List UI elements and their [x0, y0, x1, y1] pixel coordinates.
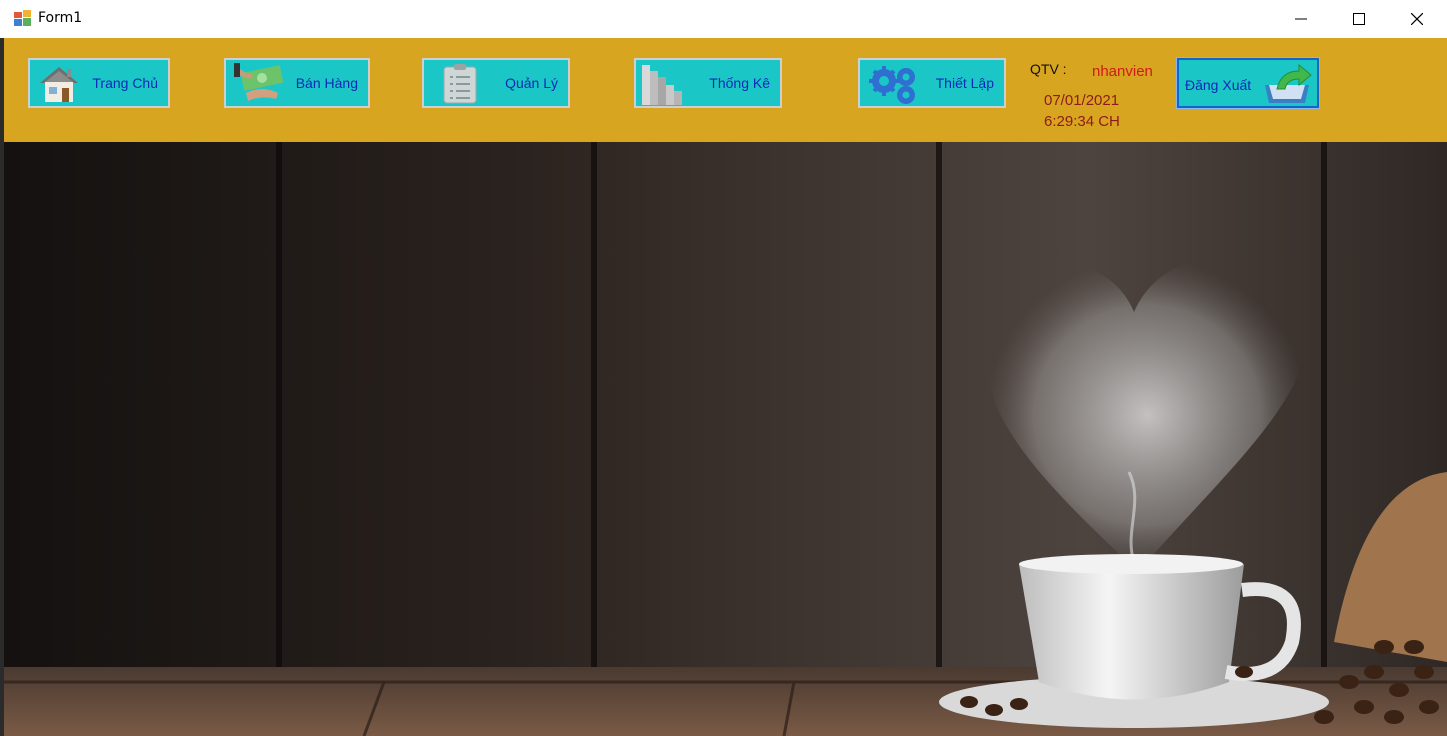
home-label: Trang Chủ — [92, 75, 158, 91]
time-label: 6:29:34 CH — [1044, 113, 1120, 130]
date-label: 07/01/2021 — [1044, 92, 1120, 109]
title-bar: Form1 — [0, 0, 1447, 38]
close-button[interactable] — [1388, 0, 1446, 38]
qtv-label: QTV : — [1030, 61, 1067, 77]
sales-button[interactable]: Bán Hàng — [224, 58, 370, 108]
manage-button[interactable]: Quản Lý — [422, 58, 570, 108]
home-button[interactable]: Trang Chủ — [28, 58, 170, 108]
minimize-button[interactable] — [1272, 0, 1330, 38]
logout-label: Đăng Xuất — [1185, 77, 1252, 93]
gears-icon — [869, 66, 915, 104]
money-hand-icon — [234, 63, 284, 101]
maximize-icon — [1353, 13, 1365, 25]
house-icon — [40, 67, 78, 102]
settings-button[interactable]: Thiết Lập — [858, 58, 1006, 108]
logout-button[interactable]: Đăng Xuất — [1176, 57, 1320, 109]
window-title: Form1 — [38, 10, 83, 26]
maximize-button[interactable] — [1330, 0, 1388, 38]
statistics-button[interactable]: Thống Kê — [634, 58, 782, 108]
form-app-icon — [14, 10, 31, 26]
manage-label: Quản Lý — [505, 75, 558, 91]
app-window: Form1 Trang Chủ Bán Hàng Quản Lý Thống K… — [0, 0, 1447, 736]
minimize-icon — [1295, 18, 1307, 20]
clipboard-checklist-icon — [443, 64, 477, 104]
username-label: nhanvien — [1092, 63, 1153, 80]
settings-label: Thiết Lập — [935, 75, 994, 91]
statistics-label: Thống Kê — [709, 75, 770, 91]
bar-chart-icon — [642, 65, 682, 105]
coffee-background-image — [4, 142, 1447, 736]
sales-label: Bán Hàng — [295, 75, 358, 91]
toolbar: Trang Chủ Bán Hàng Quản Lý Thống Kê Thiế… — [4, 38, 1447, 142]
logout-arrow-icon — [1265, 63, 1312, 103]
close-icon — [1411, 13, 1423, 25]
